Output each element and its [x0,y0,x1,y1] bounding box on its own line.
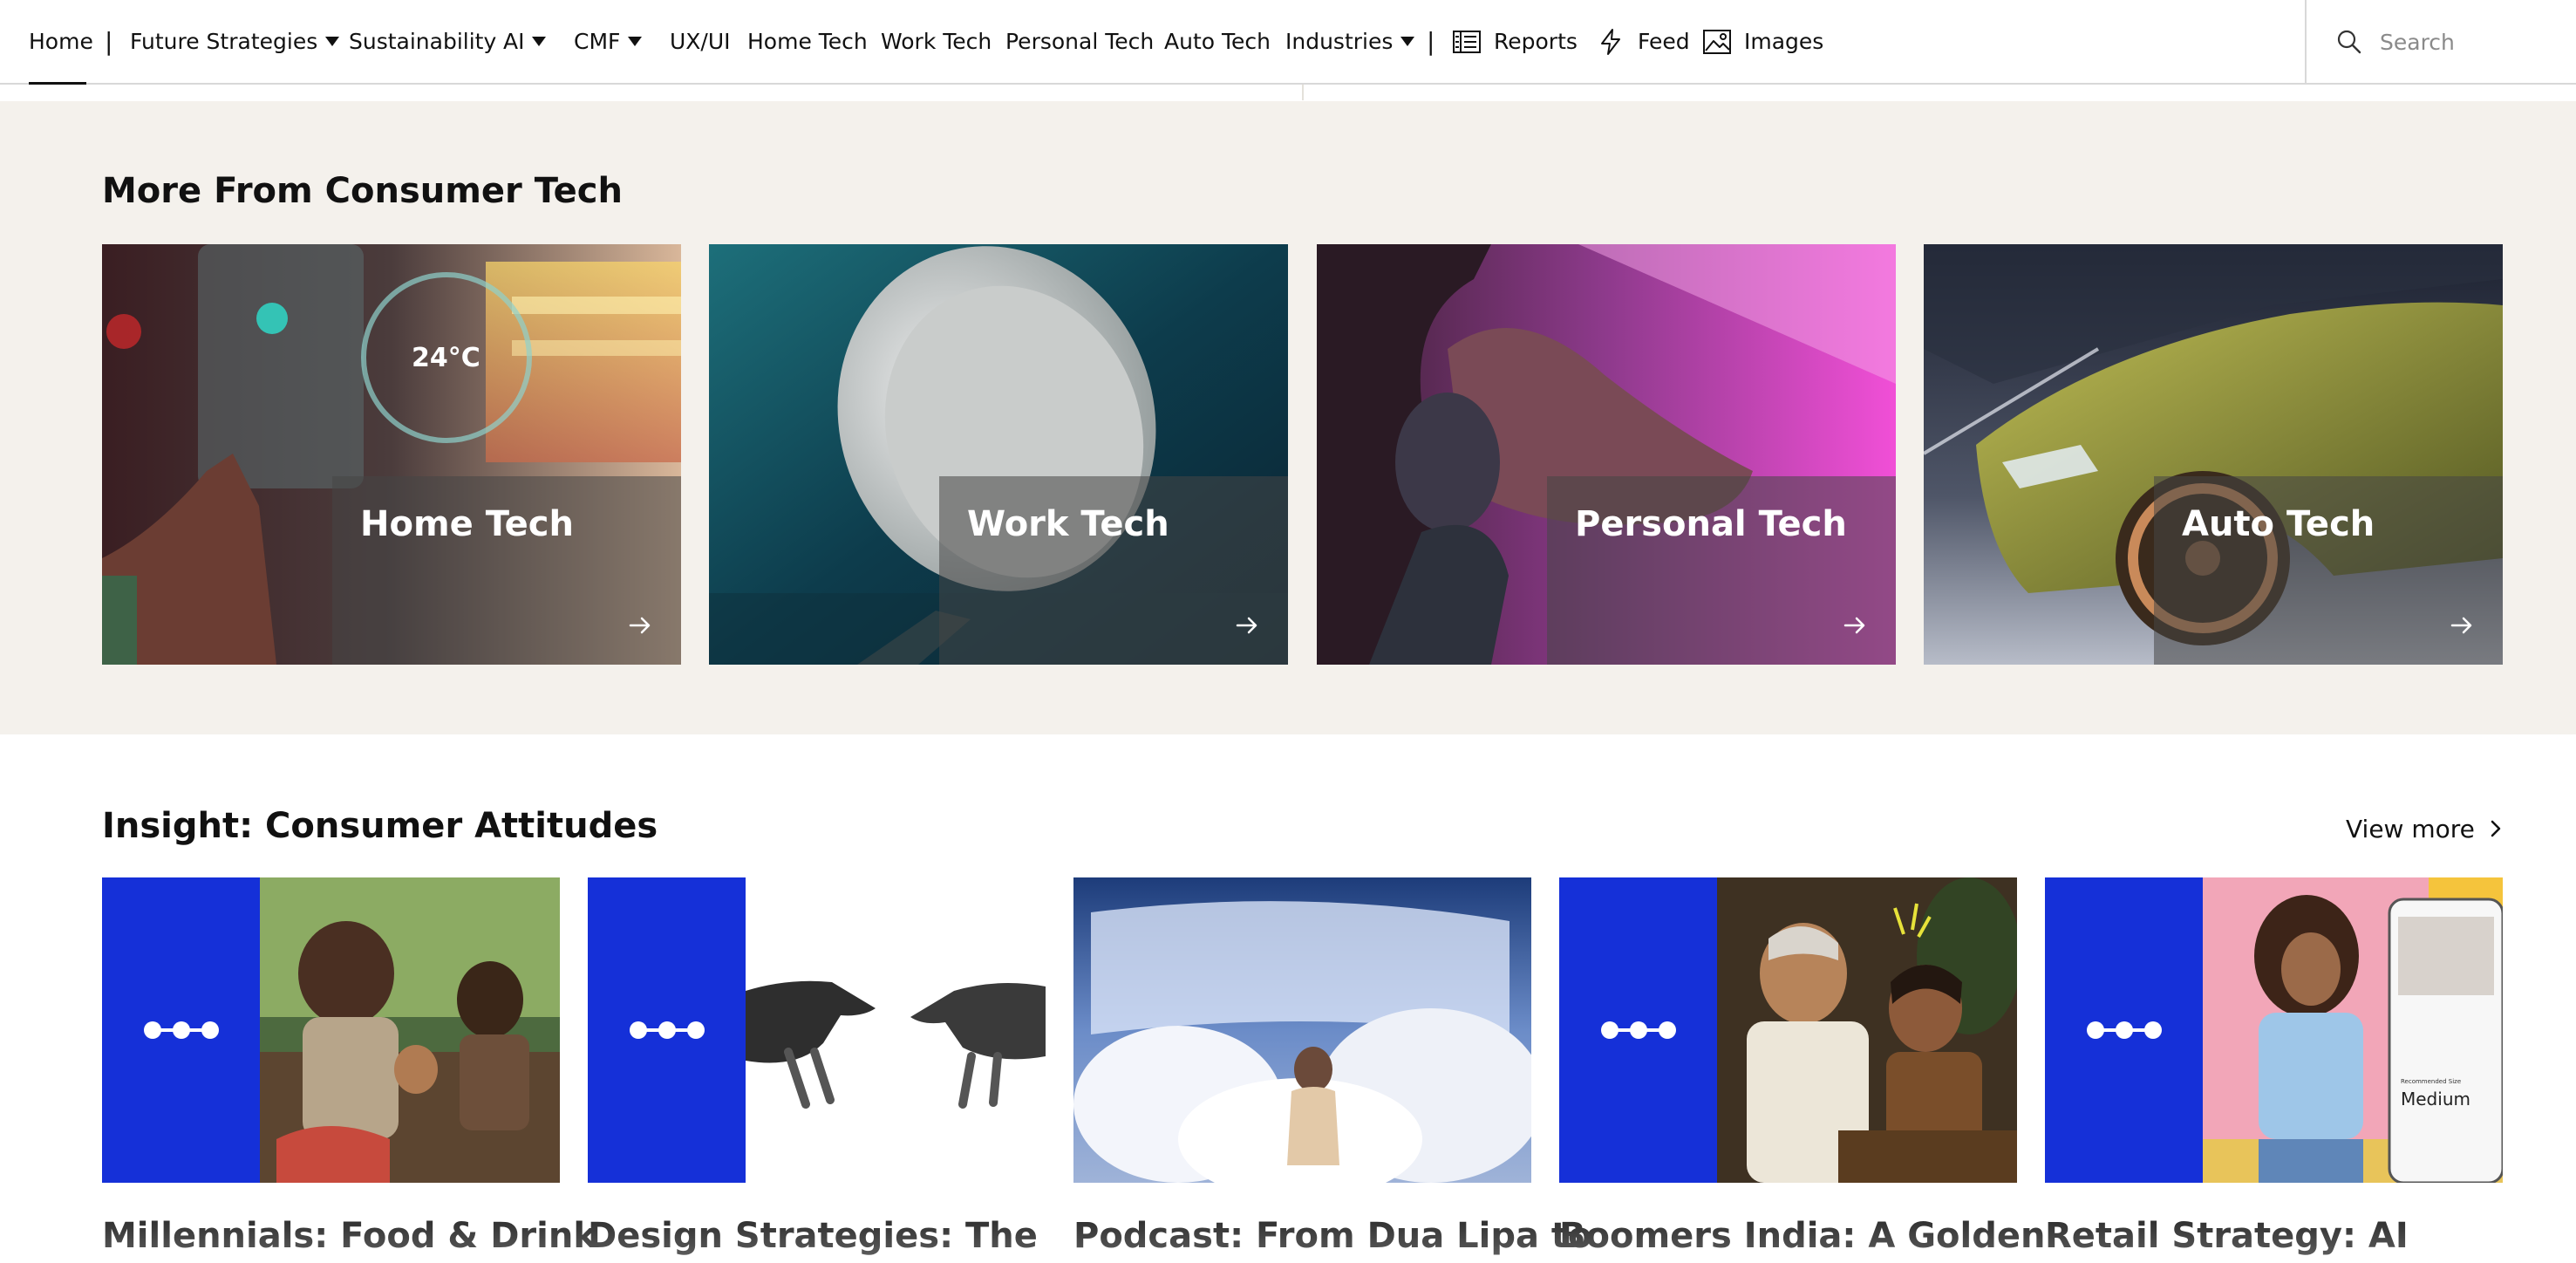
nav-item-home[interactable]: Home [29,0,93,83]
active-indicator [29,82,86,85]
insight-card[interactable]: Design Strategies: The [588,877,1046,1263]
nav-separator: | [1427,27,1435,56]
nav-ux-ui-label: UX/UI [670,29,731,54]
insight-badge-panel [1559,877,1717,1183]
card-label-panel: Home Tech [332,476,681,665]
dots-logo-icon [2086,1021,2162,1039]
insight-card[interactable]: Podcast: From Dua Lipa to [1073,877,1592,1263]
nav-item-home-tech[interactable]: Home Tech [747,0,868,83]
search-bar [2305,0,2576,84]
nav-item-ai[interactable]: AI [503,0,547,83]
svg-text:24°C: 24°C [412,343,480,373]
insight-card[interactable]: Recommended Size Medium Retail Strategy:… [2045,877,2503,1263]
top-navigation: Home | Future Strategies Sustainability … [0,0,2576,85]
reports-icon [1453,30,1481,53]
nav-auto-tech-label: Auto Tech [1164,29,1271,54]
lightning-icon [1601,28,1620,55]
nav-item-images[interactable]: Images [1702,0,1823,83]
insight-card-title: Retail Strategy: AI [2045,1216,2409,1256]
arrow-right-icon [629,617,651,634]
nav-item-personal-tech[interactable]: Personal Tech [1005,0,1154,83]
insight-card-image [1559,877,2017,1183]
arrow-right-icon [1236,617,1257,634]
nav-item-reports[interactable]: Reports [1452,0,1578,83]
caret-down-icon [628,37,643,46]
nav-industries-label: Industries [1285,29,1394,54]
nav-item-cmf[interactable]: CMF [574,0,643,83]
nav-future-strategies-label: Future Strategies [130,29,318,54]
nav-cmf-label: CMF [574,29,621,54]
search-icon[interactable] [2336,29,2362,55]
card-auto-tech[interactable]: Auto Tech [1924,244,2503,665]
nav-item-work-tech[interactable]: Work Tech [881,0,992,83]
nav-reports-label: Reports [1494,29,1578,54]
card-personal-tech[interactable]: Personal Tech [1317,244,1896,665]
arrow-right-icon [2450,617,2472,634]
view-more-label: View more [2346,814,2475,843]
card-label-panel: Personal Tech [1547,476,1896,665]
chevron-right-icon [2491,820,2501,837]
app-size-value: Medium [2401,1089,2470,1109]
singer-on-stage-image [1073,877,1531,1183]
caret-down-icon [1400,37,1415,46]
nav-separator: | [105,27,113,56]
divider [1302,85,1304,100]
card-label-panel: Work Tech [939,476,1288,665]
insight-section-title: Insight: Consumer Attitudes [102,806,658,846]
card-label-panel: Auto Tech [2154,476,2503,665]
card-home-tech[interactable]: 24°C Home Tech [102,244,681,665]
card-label: Personal Tech [1575,504,1847,544]
insight-card-title: Podcast: From Dua Lipa to [1073,1216,1592,1256]
nav-item-auto-tech[interactable]: Auto Tech [1164,0,1271,83]
insight-badge-panel [588,877,746,1183]
insight-card[interactable]: Millennials: Food & Drink [102,877,596,1263]
more-from-title: More From Consumer Tech [102,171,623,211]
caret-down-icon [325,37,340,46]
nav-home-label: Home [29,29,93,54]
nav-item-future-strategies[interactable]: Future Strategies [130,0,340,83]
card-label: Auto Tech [2182,504,2375,544]
insight-card-image [102,877,560,1183]
insight-card-title: Boomers India: A Golden [1559,1216,2046,1256]
card-label: Home Tech [360,504,574,544]
insight-card[interactable]: Boomers India: A Golden [1559,877,2045,1263]
search-input[interactable] [2380,29,2554,55]
nav-personal-tech-label: Personal Tech [1005,29,1155,54]
nav-item-feed[interactable]: Feed [1596,0,1690,83]
image-icon [1703,29,1731,54]
insight-badge-panel [102,877,260,1183]
card-label: Work Tech [967,504,1169,544]
caret-down-icon [532,37,547,46]
dots-logo-icon [143,1021,219,1039]
app-recommended-label: Recommended Size [2401,1078,2462,1085]
nav-images-label: Images [1744,29,1824,54]
nav-item-sustainability[interactable]: Sustainability [349,0,496,83]
nav-item-industries[interactable]: Industries [1285,0,1415,83]
insight-badge-panel [2045,877,2203,1183]
view-more-link[interactable]: View more [2346,811,2504,846]
card-work-tech[interactable]: Work Tech [709,244,1288,665]
nav-sustainability-label: Sustainability [349,29,497,54]
dots-logo-icon [1600,1021,1676,1039]
nav-item-ux-ui[interactable]: UX/UI [670,0,731,83]
insight-card-image: Recommended Size Medium [2045,877,2503,1183]
nav-feed-label: Feed [1638,29,1690,54]
nav-home-tech-label: Home Tech [747,29,868,54]
insight-card-image [1073,877,1531,1183]
arrow-right-icon [1843,617,1865,634]
nav-ai-label: AI [503,29,525,54]
insight-card-image [588,877,1046,1183]
insight-card-title: Millennials: Food & Drink [102,1216,596,1256]
insight-card-title: Design Strategies: The [588,1216,1038,1256]
dots-logo-icon [629,1021,705,1039]
nav-work-tech-label: Work Tech [881,29,992,54]
